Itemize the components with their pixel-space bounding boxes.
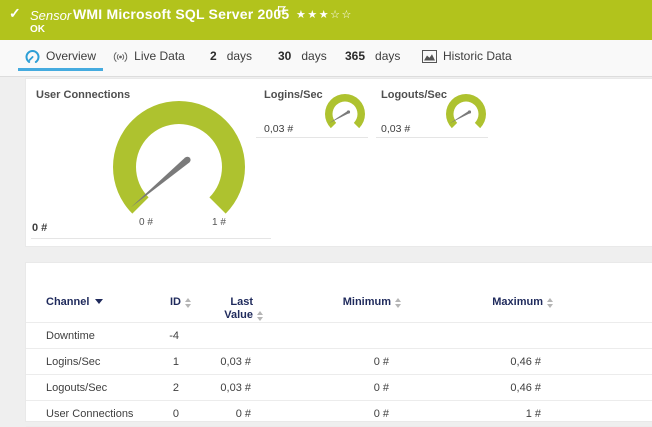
cell-last-value: 0 #	[191, 401, 263, 427]
cell-maximum: 0,46 #	[401, 349, 553, 375]
user-connections-gauge	[109, 97, 249, 237]
tab-period-number: 365	[345, 49, 365, 63]
tab-period-number: 30	[278, 49, 291, 63]
tab-30-days[interactable]: 30 days	[278, 46, 327, 66]
cell-minimum: 0 #	[263, 375, 401, 401]
cell-maximum: 0,46 #	[401, 375, 553, 401]
sort-icon	[547, 298, 553, 308]
column-header-maximum[interactable]: Maximum	[401, 263, 553, 323]
logouts-gauge	[444, 92, 488, 136]
logins-gauge-value: 0,03 #	[264, 123, 293, 135]
cell-channel: Logouts/Sec	[26, 375, 161, 401]
tab-365-days[interactable]: 365 days	[345, 46, 400, 66]
column-label: Channel	[46, 296, 89, 308]
overview-gauges-panel: User Connections 0 # 1 # 0 # Logins/Sec …	[25, 78, 652, 247]
gauge-icon	[25, 49, 40, 64]
tab-2-days[interactable]: 2 days	[210, 46, 252, 66]
tab-period-number: 2	[210, 49, 217, 63]
tab-period-unit: days	[227, 49, 252, 63]
cell-last-value	[191, 323, 263, 349]
cell-last-value: 0,03 #	[191, 349, 263, 375]
primary-gauge-value: 0 #	[32, 222, 47, 234]
column-label: Last Value	[213, 296, 253, 322]
table-row-logins[interactable]: Logins/Sec 1 0,03 # 0 # 0,46 #	[26, 349, 652, 375]
tab-overview[interactable]: Overview	[18, 46, 103, 66]
table-row-logouts[interactable]: Logouts/Sec 2 0,03 # 0 # 0,46 #	[26, 375, 652, 401]
cell-spacer	[553, 323, 652, 349]
column-header-id[interactable]: ID	[161, 263, 191, 323]
sort-icon	[185, 298, 191, 308]
tab-label: Historic Data	[443, 49, 512, 63]
logins-gauge	[323, 92, 367, 136]
sort-icon	[395, 298, 401, 308]
cell-last-value: 0,03 #	[191, 375, 263, 401]
cell-maximum	[401, 323, 553, 349]
cell-channel: User Connections	[26, 401, 161, 427]
sensor-header: ✓ Sensor WMI Microsoft SQL Server 2005 ★…	[0, 0, 652, 40]
cell-minimum: 0 #	[263, 401, 401, 427]
cell-maximum: 1 #	[401, 401, 553, 427]
cell-channel: Downtime	[26, 323, 161, 349]
priority-flag-icon[interactable]	[277, 4, 287, 22]
cell-channel: Logins/Sec	[26, 349, 161, 375]
live-data-icon	[113, 49, 128, 63]
cell-spacer	[553, 349, 652, 375]
cell-id: 2	[161, 375, 191, 401]
divider	[31, 238, 271, 239]
cell-spacer	[553, 375, 652, 401]
cell-minimum	[263, 323, 401, 349]
column-header-last-value[interactable]: Last Value	[191, 263, 263, 323]
divider	[376, 137, 488, 138]
stars-filled: ★★★	[296, 9, 330, 21]
logouts-gauge-title: Logouts/Sec	[381, 89, 447, 101]
sort-icon	[257, 311, 263, 321]
cell-id: -4	[161, 323, 191, 349]
sensor-status-text: OK	[30, 24, 45, 35]
gauge-needle	[131, 157, 191, 208]
gauge-scale-max: 1 #	[204, 217, 234, 228]
cell-id: 1	[161, 349, 191, 375]
tab-period-unit: days	[375, 49, 400, 63]
sensor-title: WMI Microsoft SQL Server 2005	[73, 6, 289, 22]
gauge-scale-min: 0 #	[131, 217, 161, 228]
column-header-channel[interactable]: Channel	[26, 263, 161, 323]
channel-table-panel: Channel ID Last Value Minimum Maximum Do…	[25, 262, 652, 422]
table-row-user-connections[interactable]: User Connections 0 0 # 0 # 1 #	[26, 401, 652, 427]
status-ok-icon: ✓	[9, 5, 21, 22]
tab-historic-data[interactable]: Historic Data	[422, 46, 512, 66]
tab-label: Overview	[46, 49, 96, 63]
column-label: Maximum	[492, 296, 543, 308]
divider	[256, 137, 368, 138]
cell-id: 0	[161, 401, 191, 427]
historic-data-icon	[422, 50, 437, 63]
sort-desc-icon	[95, 299, 103, 304]
tab-label: Live Data	[134, 49, 185, 63]
table-row-downtime[interactable]: Downtime -4	[26, 323, 652, 349]
logins-gauge-title: Logins/Sec	[264, 89, 323, 101]
logouts-gauge-value: 0,03 #	[381, 123, 410, 135]
tab-live-data[interactable]: Live Data	[118, 46, 180, 66]
column-header-minimum[interactable]: Minimum	[263, 263, 401, 323]
favorite-rating[interactable]: ★★★☆☆	[296, 8, 353, 21]
tab-period-unit: days	[301, 49, 326, 63]
column-label: Minimum	[343, 296, 391, 308]
column-label: ID	[170, 296, 181, 308]
table-header-row: Channel ID Last Value Minimum Maximum	[26, 263, 652, 323]
cell-minimum: 0 #	[263, 349, 401, 375]
channel-table: Channel ID Last Value Minimum Maximum Do…	[26, 263, 652, 427]
sensor-kind-label: Sensor	[30, 8, 71, 23]
tab-bar: Overview Live Data 2days 30days 365days …	[0, 40, 652, 77]
cell-spacer	[553, 401, 652, 427]
stars-empty: ☆☆	[330, 9, 353, 21]
column-header-spacer	[553, 263, 652, 323]
